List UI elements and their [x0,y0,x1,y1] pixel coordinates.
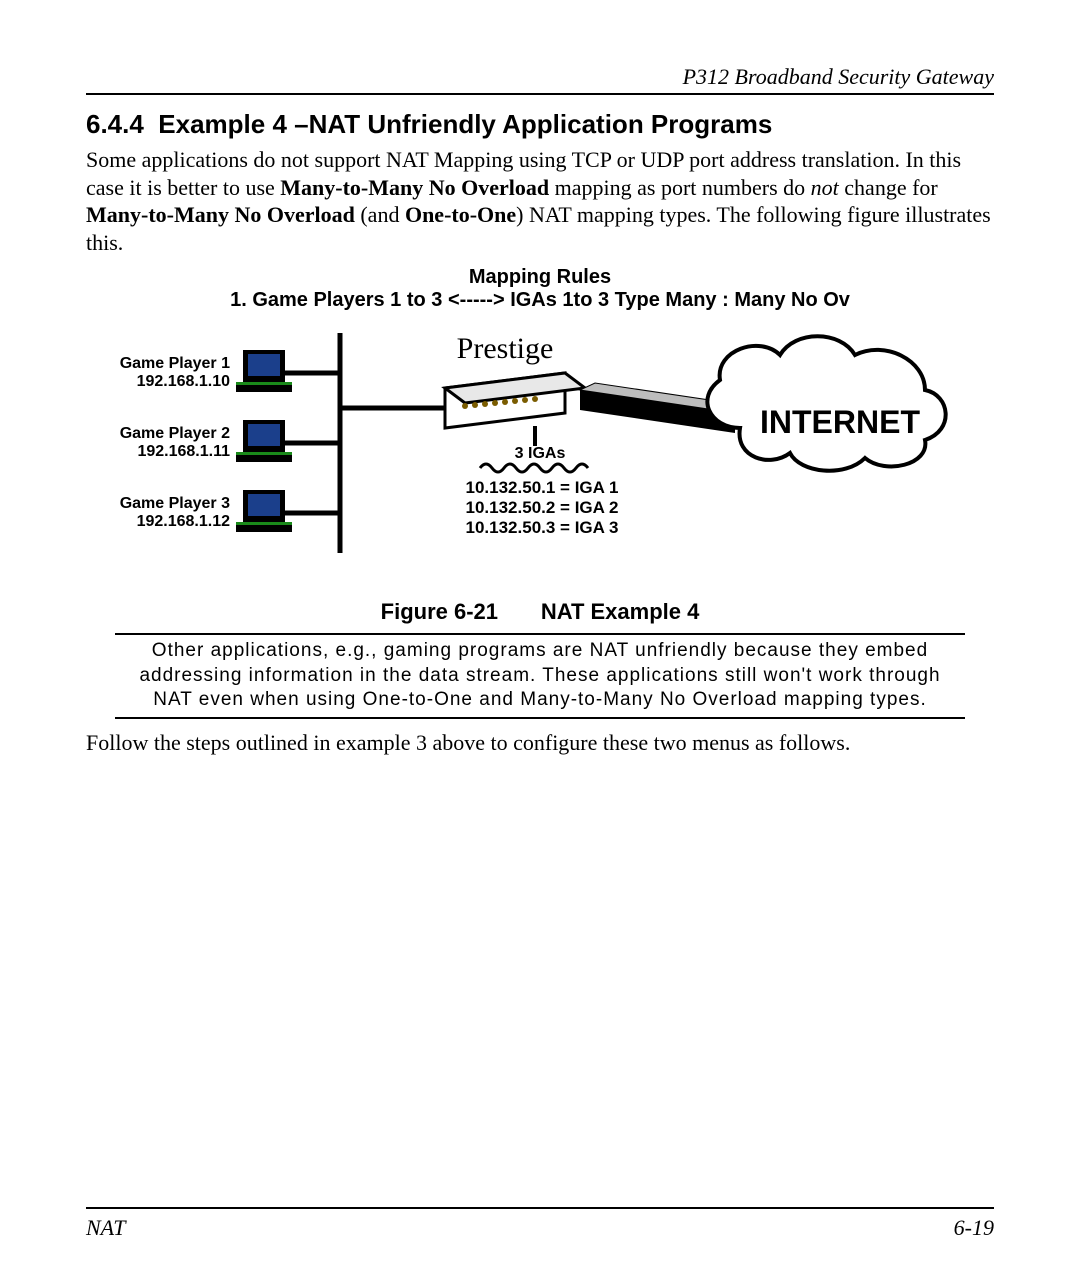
player-2-name: Game Player 2 [120,425,230,442]
igas-count-label: 3 IGAs [515,445,566,462]
player-3-name: Game Player 3 [120,495,230,512]
diagram: Game Player 1 192.168.1.10 Game Player 2… [110,318,970,583]
player-3-ip: 192.168.1.12 [137,513,231,530]
text-run: mapping as port numbers do [549,175,811,200]
mapping-rules-title: Mapping Rules [86,266,994,289]
text-run: (and [355,202,405,227]
page: P312 Broadband Security Gateway 6.4.4 Ex… [0,0,1080,1281]
section-heading: 6.4.4 Example 4 –NAT Unfriendly Applicat… [86,109,994,140]
footer-right: 6-19 [954,1215,994,1241]
note-box: Other applications, e.g., gaming program… [115,633,965,719]
iga-line-3: 10.132.50.3 = IGA 3 [466,518,619,537]
internet-label: INTERNET [760,404,920,440]
figure-title: NAT Example 4 [541,599,700,624]
player-2-ip: 192.168.1.11 [137,443,230,460]
section-title-text: Example 4 –NAT Unfriendly Application Pr… [158,109,772,139]
player-1-ip: 192.168.1.10 [137,373,231,390]
footer-left: NAT [86,1215,126,1241]
figure-number: Figure 6-21 [381,599,498,624]
iga-line-2: 10.132.50.2 = IGA 2 [466,498,619,517]
text-bold: One-to-One [405,202,516,227]
text-bold: Many-to-Many No Overload [280,175,549,200]
mapping-rule-line: 1. Game Players 1 to 3 <-----> IGAs 1to … [86,289,994,312]
figure-caption: Figure 6-21 NAT Example 4 [86,599,994,625]
section-number: 6.4.4 [86,109,144,139]
diagram-svg: Game Player 1 192.168.1.10 Game Player 2… [110,318,970,578]
router-icon [445,373,585,428]
computer-icon [236,350,292,532]
figure-block: Mapping Rules 1. Game Players 1 to 3 <--… [86,266,994,719]
text-run: change for [839,175,938,200]
player-1-name: Game Player 1 [120,355,230,372]
iga-line-1: 10.132.50.1 = IGA 1 [466,478,619,497]
text-bold: Many-to-Many No Overload [86,202,355,227]
page-footer: NAT 6-19 [86,1207,994,1241]
prestige-label: Prestige [457,332,554,365]
running-header: P312 Broadband Security Gateway [86,64,994,95]
intro-paragraph: Some applications do not support NAT Map… [86,146,994,256]
text-italic: not [811,175,839,200]
follow-paragraph: Follow the steps outlined in example 3 a… [86,729,994,757]
